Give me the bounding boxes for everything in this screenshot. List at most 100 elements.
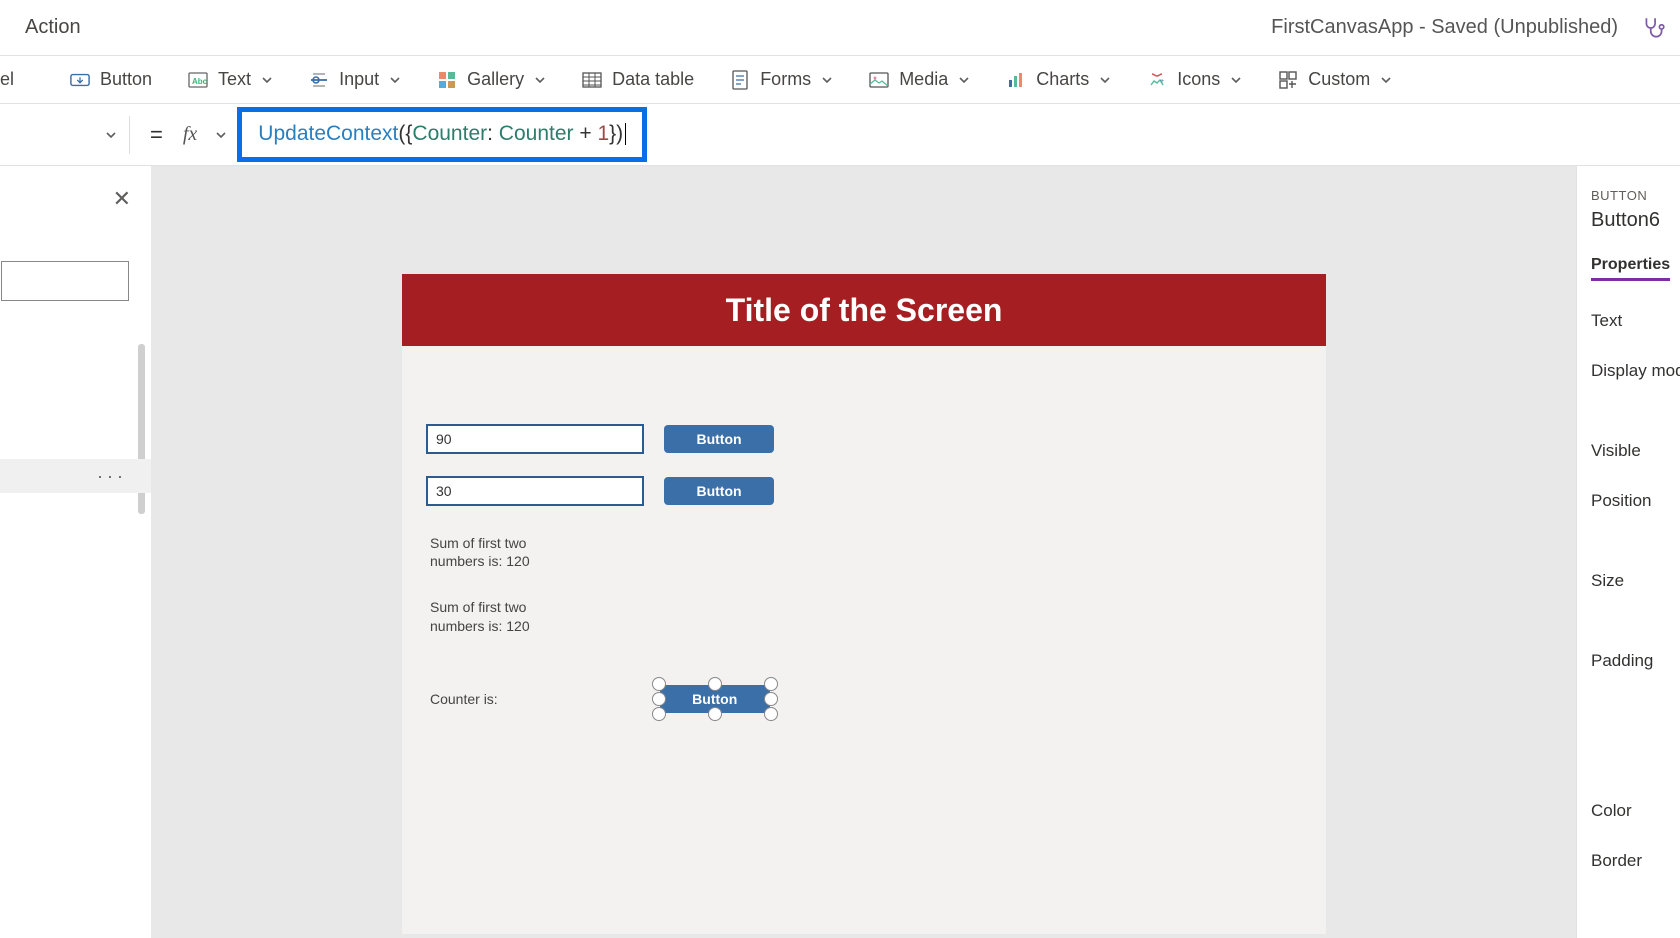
ribbon-cut-label: el [0,69,14,90]
resize-handle[interactable] [764,692,778,706]
fx-label: fx [183,123,203,146]
chevron-down-icon [534,74,546,86]
resize-handle[interactable] [652,707,666,721]
top-bar: Action FirstCanvasApp - Saved (Unpublish… [0,0,1680,56]
sum-label-1: Sum of first two numbers is: 120 [430,534,550,570]
control-kind-label: BUTTON [1591,188,1680,203]
app-checker-icon[interactable] [1638,12,1670,44]
charts-icon [1006,70,1026,90]
formula-token-func: UpdateContext [258,122,398,145]
screen-header: Title of the Screen [402,274,1326,346]
prop-padding[interactable]: Padding [1591,651,1680,671]
ribbon-gallery[interactable]: Gallery [437,69,546,90]
button-1[interactable]: Button [664,425,774,453]
more-icon[interactable]: ··· [97,466,127,487]
equals-sign: = [130,122,183,148]
button-icon [70,70,90,90]
input-icon [309,70,329,90]
ribbon-data-table-label: Data table [612,69,694,90]
ribbon-cut-item[interactable]: el [0,69,14,90]
counter-label: Counter is: [430,691,498,707]
screen-canvas[interactable]: Title of the Screen Button Button Sum of… [402,274,1326,934]
formula-bar: = fx UpdateContext({Counter: Counter + 1… [0,104,1680,166]
ribbon-media-label: Media [899,69,948,90]
formula-token-ref: Counter [499,122,574,145]
prop-display-mode[interactable]: Display mod [1591,361,1680,381]
prop-visible[interactable]: Visible [1591,441,1680,461]
icons-icon: + [1147,70,1167,90]
ribbon-input[interactable]: Input [309,69,401,90]
text-input-1[interactable] [426,424,644,454]
ribbon-icons-label: Icons [1177,69,1220,90]
input-row-2: Button [426,476,1302,506]
formula-token-num: 1 [597,122,609,145]
ribbon-charts[interactable]: Charts [1006,69,1111,90]
svg-text:Abc: Abc [192,77,208,86]
formula-token: : [487,122,499,145]
formula-token: + [574,122,598,145]
sum-label-2: Sum of first two numbers is: 120 [430,598,550,634]
chevron-down-icon [261,74,273,86]
property-dropdown[interactable] [0,116,130,154]
properties-panel: BUTTON Button6 Properties Text Display m… [1576,166,1680,938]
screen-title: Title of the Screen [726,292,1003,329]
resize-handle[interactable] [764,677,778,691]
main-area: ✕ ··· Title of the Screen Button Button … [0,166,1680,938]
canvas-area[interactable]: Title of the Screen Button Button Sum of… [152,166,1576,938]
app-title: FirstCanvasApp - Saved (Unpublished) [1271,16,1618,39]
formula-token: ({ [398,122,412,145]
tree-item-selected[interactable]: ··· [0,459,151,493]
chevron-down-icon [1230,74,1242,86]
ribbon: el Button Abc Text Input Gallery Dat [0,56,1680,104]
formula-input[interactable]: UpdateContext({Counter: Counter + 1}) [237,107,647,162]
data-table-icon [582,70,602,90]
prop-position[interactable]: Position [1591,491,1680,511]
screen-body: Button Button Sum of first two numbers i… [402,346,1326,737]
button-2[interactable]: Button [664,477,774,505]
ribbon-data-table[interactable]: Data table [582,69,694,90]
ribbon-icons[interactable]: + Icons [1147,69,1242,90]
search-input-fragment[interactable] [1,261,129,301]
chevron-down-icon [958,74,970,86]
resize-handle[interactable] [708,677,722,691]
text-input-2[interactable] [426,476,644,506]
chevron-down-icon [1099,74,1111,86]
ribbon-forms[interactable]: Forms [730,69,833,90]
ribbon-button[interactable]: Button [70,69,152,90]
ribbon-button-label: Button [100,69,152,90]
chevron-down-icon [389,74,401,86]
tree-view-panel: ✕ ··· [0,166,152,938]
chevron-down-icon [215,129,227,141]
fx-indicator[interactable]: fx [183,123,227,146]
properties-tab[interactable]: Properties [1591,256,1670,281]
resize-handle[interactable] [652,692,666,706]
forms-icon [730,70,750,90]
ribbon-gallery-label: Gallery [467,69,524,90]
prop-size[interactable]: Size [1591,571,1680,591]
resize-handle[interactable] [708,707,722,721]
resize-handle[interactable] [652,677,666,691]
ribbon-charts-label: Charts [1036,69,1089,90]
resize-handle[interactable] [764,707,778,721]
ribbon-text-label: Text [218,69,251,90]
chevron-down-icon [821,74,833,86]
ribbon-media[interactable]: Media [869,69,970,90]
counter-row: Counter is: Button [430,685,1302,713]
media-icon [869,70,889,90]
prop-text[interactable]: Text [1591,311,1680,331]
chevron-down-icon [1380,74,1392,86]
prop-color[interactable]: Color [1591,801,1680,821]
ribbon-text[interactable]: Abc Text [188,69,273,90]
ribbon-input-label: Input [339,69,379,90]
chevron-down-icon [105,129,117,141]
ribbon-custom[interactable]: Custom [1278,69,1392,90]
prop-border[interactable]: Border [1591,851,1680,871]
control-name: Button6 [1591,209,1680,232]
formula-token-key: Counter [412,122,487,145]
svg-text:+: + [1160,78,1164,85]
ribbon-forms-label: Forms [760,69,811,90]
selected-control[interactable]: Button [660,685,770,713]
action-menu-label[interactable]: Action [10,16,81,39]
close-icon[interactable]: ✕ [113,186,131,212]
ribbon-custom-label: Custom [1308,69,1370,90]
